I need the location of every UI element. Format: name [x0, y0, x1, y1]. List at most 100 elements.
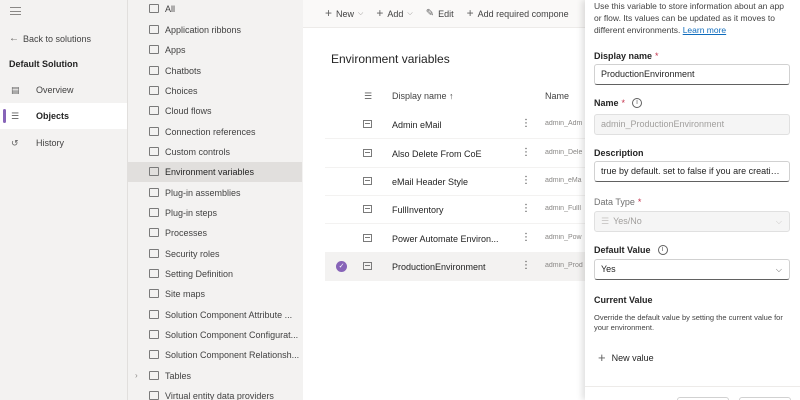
tree-item-cloud-flows[interactable]: Cloud flows	[128, 101, 302, 121]
table-row[interactable]: Also Delete From CoE ⋮ admin_Dele	[325, 139, 585, 168]
tree-item-virtual-entity-data-providers[interactable]: Virtual entity data providers	[128, 386, 302, 400]
row-selected-checkmark-icon[interactable]: ✓	[336, 261, 347, 272]
row-schema-name: admin_eMa	[545, 177, 582, 184]
tree-item-connection-references[interactable]: Connection references	[128, 122, 302, 142]
more-options-icon[interactable]: ⋮	[521, 118, 531, 129]
tree-item-all[interactable]: All	[128, 0, 302, 19]
chevron-right-icon[interactable]: ›	[135, 371, 138, 380]
new-value-label: New value	[611, 353, 654, 363]
plus-icon: +	[376, 6, 384, 20]
new-button[interactable]: + New ⌵	[325, 7, 363, 19]
variable-icon	[363, 205, 372, 213]
security-role-icon	[149, 249, 159, 258]
info-icon[interactable]: i	[632, 98, 643, 108]
list-icon	[149, 4, 159, 13]
tree-item-application-ribbons[interactable]: Application ribbons	[128, 20, 302, 40]
nav-item-history[interactable]: ↺ History	[0, 130, 127, 156]
panel-description: Use this variable to store information a…	[594, 0, 792, 36]
tree-item-plugin-assemblies[interactable]: Plug-in assemblies	[128, 183, 302, 203]
tree-item-solution-component-relationship[interactable]: Solution Component Relationsh...	[128, 345, 302, 365]
chatbot-icon	[149, 66, 159, 75]
variable-icon	[363, 149, 372, 157]
current-value-label-text: Current Value	[594, 295, 653, 305]
folder-icon	[149, 147, 159, 156]
nav-item-overview[interactable]: ▤ Overview	[0, 77, 127, 103]
row-display-name[interactable]: eMail Header Style	[392, 177, 468, 187]
row-display-name[interactable]: Also Delete From CoE	[392, 149, 482, 159]
tree-item-label: Processes	[165, 228, 208, 238]
row-display-name[interactable]: FullInventory	[392, 205, 444, 215]
table-row[interactable]: Power Automate Environ... ⋮ admin_Pow	[325, 224, 585, 253]
more-options-icon[interactable]: ⋮	[521, 260, 531, 271]
new-value-button[interactable]: + New value	[598, 350, 654, 365]
add-button[interactable]: + Add ⌵	[376, 6, 412, 20]
panel-footer	[585, 386, 800, 400]
info-icon[interactable]: i	[657, 245, 668, 255]
table-row[interactable]: eMail Header Style ⋮ admin_eMa	[325, 167, 585, 196]
tree-item-environment-variables[interactable]: Environment variables	[128, 162, 302, 182]
tree-item-label: Security roles	[165, 249, 220, 259]
flow-icon	[149, 106, 159, 115]
more-options-icon[interactable]: ⋮	[521, 175, 531, 186]
row-display-name[interactable]: ProductionEnvironment	[392, 262, 486, 272]
chevron-down-icon: ⌵	[775, 217, 782, 226]
back-arrow-icon: ←	[9, 33, 19, 44]
add-required-components-button[interactable]: + Add required compone	[466, 6, 569, 20]
tree-item-choices[interactable]: Choices	[128, 81, 302, 101]
name-label: Name * i	[594, 98, 643, 108]
select-all-icon[interactable]: ☰	[364, 91, 372, 102]
sitemap-icon	[149, 289, 159, 298]
name-label-text: Name	[594, 98, 619, 108]
objects-icon: ☰	[11, 111, 20, 121]
default-value-select[interactable]: Yes ⌵	[594, 259, 790, 280]
tree-item-apps[interactable]: Apps	[128, 40, 302, 60]
more-options-icon[interactable]: ⋮	[521, 232, 531, 243]
tree-item-label: Tables	[165, 371, 192, 381]
learn-more-link[interactable]: Learn more	[683, 25, 726, 35]
description-field[interactable]: true by default. set to false if you are…	[594, 161, 790, 182]
display-name-field[interactable]: ProductionEnvironment	[594, 64, 790, 85]
tree-item-solution-component-attribute[interactable]: Solution Component Attribute ...	[128, 305, 302, 325]
table-row[interactable]: Admin eMail ⋮ admin_Adm	[325, 110, 585, 139]
row-display-name[interactable]: Admin eMail	[392, 120, 442, 130]
tree-item-processes[interactable]: Processes	[128, 223, 302, 243]
tree-item-label: Connection references	[165, 127, 256, 137]
plus-icon: +	[598, 350, 606, 365]
history-icon: ↺	[11, 138, 19, 148]
more-options-icon[interactable]: ⋮	[521, 147, 531, 158]
table-row[interactable]: FullInventory ⋮ admin_FullI	[325, 195, 585, 224]
tree-item-label: Solution Component Attribute ...	[165, 310, 293, 320]
tree-item-tables[interactable]: › Tables	[128, 366, 302, 386]
page-title: Environment variables	[331, 52, 450, 66]
data-type-value: Yes/No	[613, 216, 642, 226]
add-button-label: Add	[387, 8, 404, 19]
nav-item-objects[interactable]: ☰ Objects	[0, 103, 127, 129]
edit-button[interactable]: ✎ Edit	[426, 8, 454, 19]
tree-item-plugin-steps[interactable]: Plug-in steps	[128, 203, 302, 223]
current-value-label: Current Value	[594, 295, 653, 305]
hamburger-menu-icon[interactable]	[10, 7, 21, 15]
plus-icon: +	[466, 6, 474, 20]
folder-icon	[149, 391, 159, 400]
back-to-solutions-link[interactable]: ← Back to solutions	[9, 33, 91, 44]
row-display-name[interactable]: Power Automate Environ...	[392, 234, 499, 244]
tree-item-chatbots[interactable]: Chatbots	[128, 61, 302, 81]
plugin-icon	[149, 188, 159, 197]
tree-item-site-maps[interactable]: Site maps	[128, 284, 302, 304]
data-type-select: ☰ Yes/No ⌵	[594, 211, 790, 232]
description-label-text: Description	[594, 148, 644, 158]
tree-item-security-roles[interactable]: Security roles	[128, 244, 302, 264]
object-tree: All Application ribbons Apps Chatbots Ch…	[127, 0, 430, 400]
column-header-display-name[interactable]: Display name ↑	[392, 91, 454, 101]
new-button-label: New	[336, 8, 355, 19]
column-header-name[interactable]: Name	[545, 91, 569, 101]
tree-item-solution-component-configuration[interactable]: Solution Component Configurat...	[128, 325, 302, 345]
tree-item-setting-definition[interactable]: Setting Definition	[128, 264, 302, 284]
more-options-icon[interactable]: ⋮	[521, 203, 531, 214]
ribbon-icon	[149, 25, 159, 34]
grid-header: ☰ Display name ↑ Name	[331, 84, 585, 108]
tree-item-custom-controls[interactable]: Custom controls	[128, 142, 302, 162]
folder-icon	[149, 86, 159, 95]
table-row-selected[interactable]: ✓ ProductionEnvironment ⋮ admin_Prod	[325, 252, 585, 281]
data-type-label-text: Data Type	[594, 197, 635, 207]
